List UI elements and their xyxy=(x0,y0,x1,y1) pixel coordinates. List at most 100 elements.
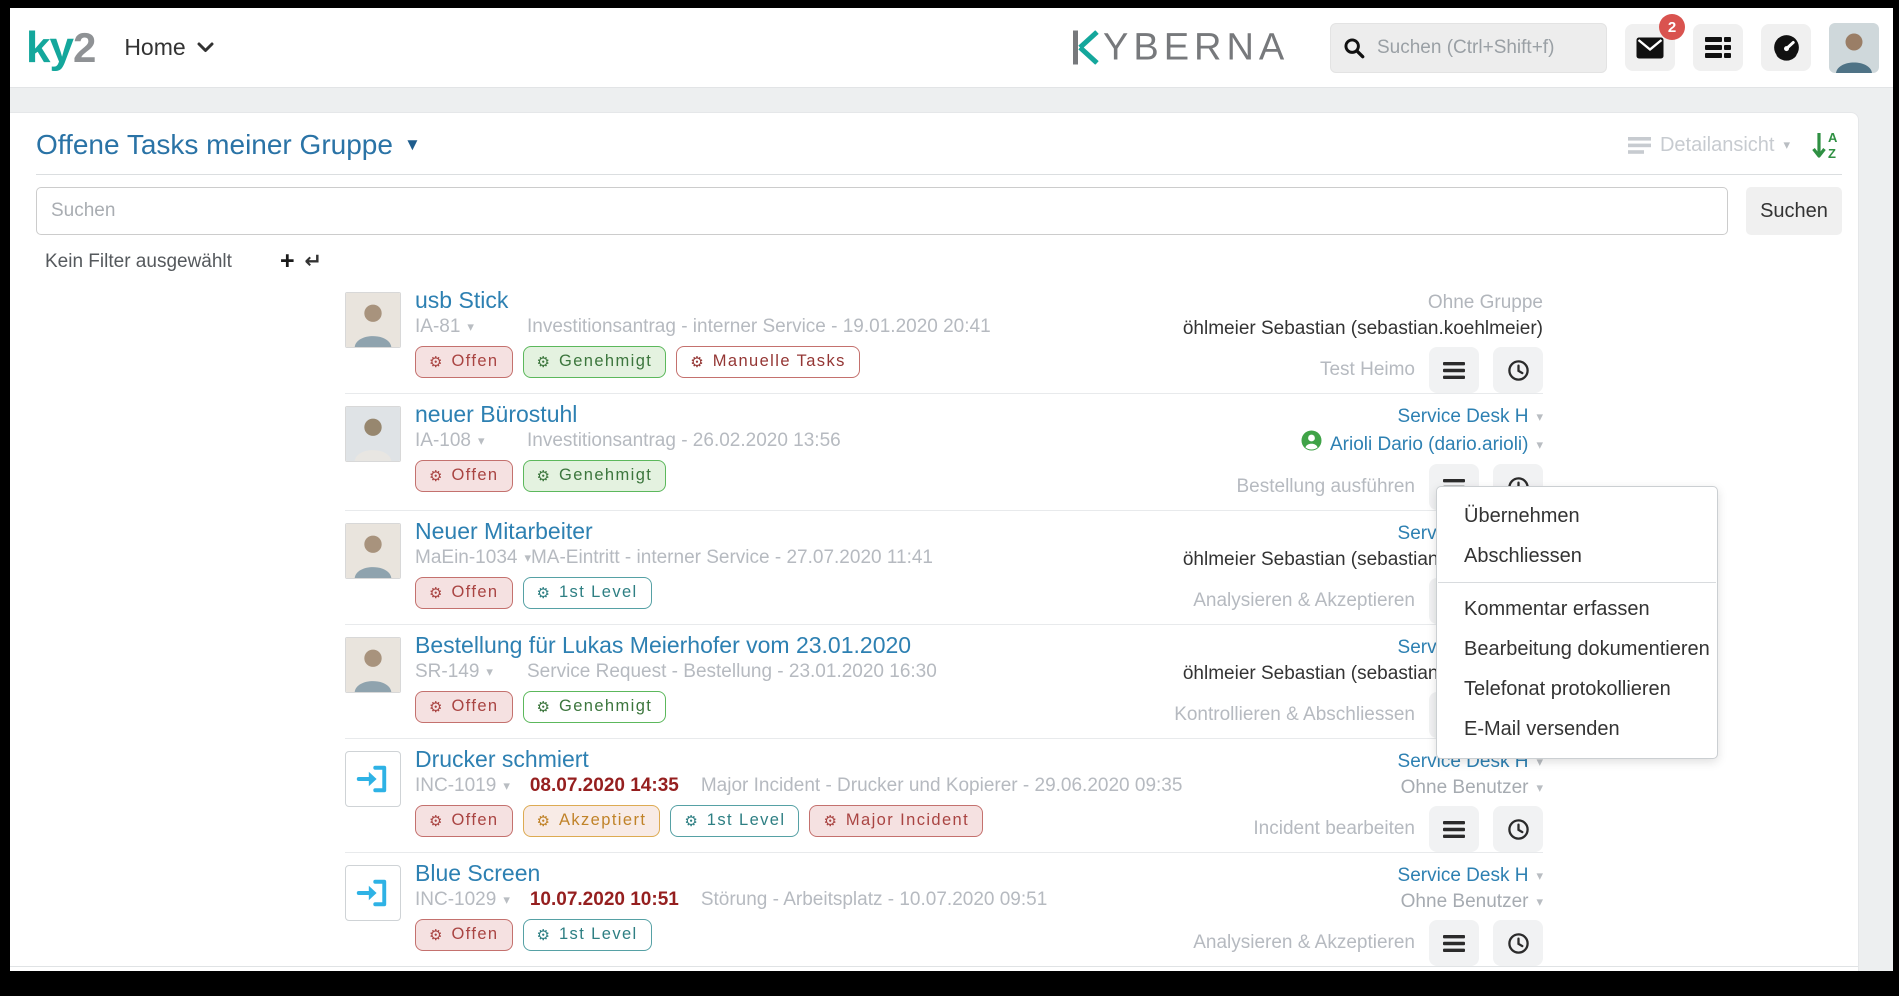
badge-label: Genehmigt xyxy=(559,352,652,371)
task-title[interactable]: neuer Bürostuhl xyxy=(415,402,1236,427)
title-row: Offene Tasks meiner Gruppe ▼ Detailansic… xyxy=(36,129,1842,161)
task-meta: Investitionsantrag - interner Service - … xyxy=(527,315,991,338)
group-select[interactable]: Service Desk H ▾ xyxy=(1193,863,1543,889)
signin-arrow-icon xyxy=(355,875,391,911)
task-id-dropdown[interactable]: INC-1019 ▾ xyxy=(415,774,510,797)
user-select[interactable]: öhlmeier Sebastian (sebastian.koehlmeier… xyxy=(1183,316,1543,342)
mail-badge: 2 xyxy=(1659,14,1685,40)
caret-down-icon: ▾ xyxy=(1536,863,1543,889)
row-actions-button[interactable] xyxy=(1429,806,1479,852)
list-search-input[interactable] xyxy=(36,187,1728,235)
view-lines-icon xyxy=(1628,137,1651,154)
task-id-dropdown[interactable]: SR-149 ▾ xyxy=(415,660,527,683)
group-select[interactable]: Ohne Gruppe xyxy=(1183,290,1543,316)
status-badge: ⚙Manuelle Tasks xyxy=(676,346,859,378)
page-title[interactable]: Offene Tasks meiner Gruppe xyxy=(36,129,393,161)
dashboard-button[interactable] xyxy=(1761,24,1811,71)
menu-item[interactable]: Abschliessen xyxy=(1437,536,1717,576)
view-selector[interactable]: Detailansicht ▾ xyxy=(1628,134,1790,157)
task-row: Blue Screen INC-1029 ▾ 10.07.2020 10:51 … xyxy=(345,853,1543,966)
user-select[interactable]: Ohne Benutzer ▾ xyxy=(1253,775,1543,801)
user-avatar[interactable] xyxy=(1829,23,1879,73)
task-id-dropdown[interactable]: MaEin-1034 ▾ xyxy=(415,546,531,569)
task-id: INC-1029 xyxy=(415,888,496,911)
task-row: neuer Bürostuhl IA-108 ▾ Investitionsant… xyxy=(345,394,1543,511)
caret-down-icon: ▾ xyxy=(1536,889,1543,915)
badge-list: ⚙Offen⚙Genehmigt⚙Manuelle Tasks xyxy=(415,346,1183,388)
gear-icon: ⚙ xyxy=(429,698,442,716)
gear-icon: ⚙ xyxy=(537,584,550,602)
task-meta: Service Request - Bestellung - 23.01.202… xyxy=(527,660,937,683)
ky2-logo[interactable]: ky2 xyxy=(26,23,96,73)
row-time-button[interactable] xyxy=(1493,806,1543,852)
return-icon[interactable]: ↵ xyxy=(305,251,323,272)
menu-item[interactable]: E-Mail versenden xyxy=(1437,709,1717,749)
row-time-button[interactable] xyxy=(1493,920,1543,966)
task-row: Neuer Mitarbeiter MaEin-1034 ▾ MA-Eintri… xyxy=(345,511,1543,625)
chevron-down-icon xyxy=(197,42,214,53)
list-footer: Zeige: 20 Total 6 Einträge xyxy=(10,966,1858,971)
badge-list: ⚙Offen⚙1st Level xyxy=(415,919,1193,961)
status-badge: ⚙1st Level xyxy=(523,919,652,951)
badge-label: Major Incident xyxy=(846,811,969,830)
current-step-label: Incident bearbeiten xyxy=(1253,818,1415,840)
caret-down-icon: ▾ xyxy=(1536,404,1543,430)
menu-item[interactable]: Telefonat protokollieren xyxy=(1437,669,1717,709)
row-avatar[interactable] xyxy=(345,292,401,348)
badge-label: Offen xyxy=(451,925,498,944)
task-id-dropdown[interactable]: INC-1029 ▾ xyxy=(415,888,510,911)
task-list: usb Stick IA-81 ▾ Investitionsantrag - i… xyxy=(345,280,1543,966)
avatar-photo xyxy=(345,637,401,693)
row-avatar[interactable] xyxy=(345,637,401,693)
task-id-dropdown[interactable]: IA-81 ▾ xyxy=(415,315,527,338)
home-menu[interactable]: Home xyxy=(124,34,213,61)
status-badge: ⚙Offen xyxy=(415,346,513,378)
task-meta-line: INC-1019 ▾ 08.07.2020 14:35 Major Incide… xyxy=(415,774,1253,797)
task-meta: MA-Eintritt - interner Service - 27.07.2… xyxy=(531,546,933,569)
task-meta-line: INC-1029 ▾ 10.07.2020 10:51 Störung - Ar… xyxy=(415,888,1193,911)
task-list-button[interactable] xyxy=(1693,24,1743,71)
caret-down-icon: ▾ xyxy=(503,774,510,797)
menu-item[interactable]: Übernehmen xyxy=(1437,496,1717,536)
badge-label: Genehmigt xyxy=(559,466,652,485)
global-search-input[interactable] xyxy=(1375,36,1594,60)
add-filter-icon[interactable]: + xyxy=(280,249,295,274)
task-title[interactable]: Bestellung für Lukas Meierhofer vom 23.0… xyxy=(415,633,1174,658)
user-select[interactable]: Arioli Dario (dario.arioli) ▾ xyxy=(1236,430,1543,459)
gear-icon: ⚙ xyxy=(537,812,550,830)
menu-item[interactable]: Bearbeitung dokumentieren xyxy=(1437,629,1717,669)
search-button[interactable]: Suchen xyxy=(1746,187,1842,235)
task-title[interactable]: Blue Screen xyxy=(415,861,1193,886)
menu-item[interactable]: Kommentar erfassen xyxy=(1437,589,1717,629)
task-id: IA-81 xyxy=(415,315,460,338)
signin-arrow-icon xyxy=(355,761,391,797)
mail-button[interactable]: 2 xyxy=(1625,24,1675,71)
gear-icon: ⚙ xyxy=(537,467,550,485)
task-id-dropdown[interactable]: IA-108 ▾ xyxy=(415,429,527,452)
chevron-down-icon: ▾ xyxy=(1783,137,1790,153)
signin-icon-box[interactable] xyxy=(345,865,401,921)
signin-icon-box[interactable] xyxy=(345,751,401,807)
row-actions-button[interactable] xyxy=(1429,347,1479,393)
task-id: MaEin-1034 xyxy=(415,546,517,569)
title-caret-icon[interactable]: ▼ xyxy=(404,135,421,155)
row-time-button[interactable] xyxy=(1493,347,1543,393)
hamburger-icon xyxy=(1443,362,1465,379)
task-meta-line: IA-108 ▾ Investitionsantrag - 26.02.2020… xyxy=(415,429,1236,452)
user-select[interactable]: Ohne Benutzer ▾ xyxy=(1193,889,1543,915)
search-icon xyxy=(1343,37,1365,59)
task-id: SR-149 xyxy=(415,660,479,683)
badge-list: ⚙Offen⚙1st Level xyxy=(415,577,1183,619)
clock-icon xyxy=(1507,359,1530,382)
task-title[interactable]: Drucker schmiert xyxy=(415,747,1253,772)
task-title[interactable]: Neuer Mitarbeiter xyxy=(415,519,1183,544)
task-title[interactable]: usb Stick xyxy=(415,288,1183,313)
sort-alpha-button[interactable]: AZ xyxy=(1810,130,1842,160)
row-avatar[interactable] xyxy=(345,406,401,462)
current-step-label: Analysieren & Akzeptieren xyxy=(1193,932,1415,954)
row-actions-button[interactable] xyxy=(1429,920,1479,966)
mail-icon xyxy=(1636,37,1664,59)
group-select[interactable]: Service Desk H ▾ xyxy=(1236,404,1543,430)
row-avatar[interactable] xyxy=(345,523,401,579)
badge-label: 1st Level xyxy=(559,925,638,944)
